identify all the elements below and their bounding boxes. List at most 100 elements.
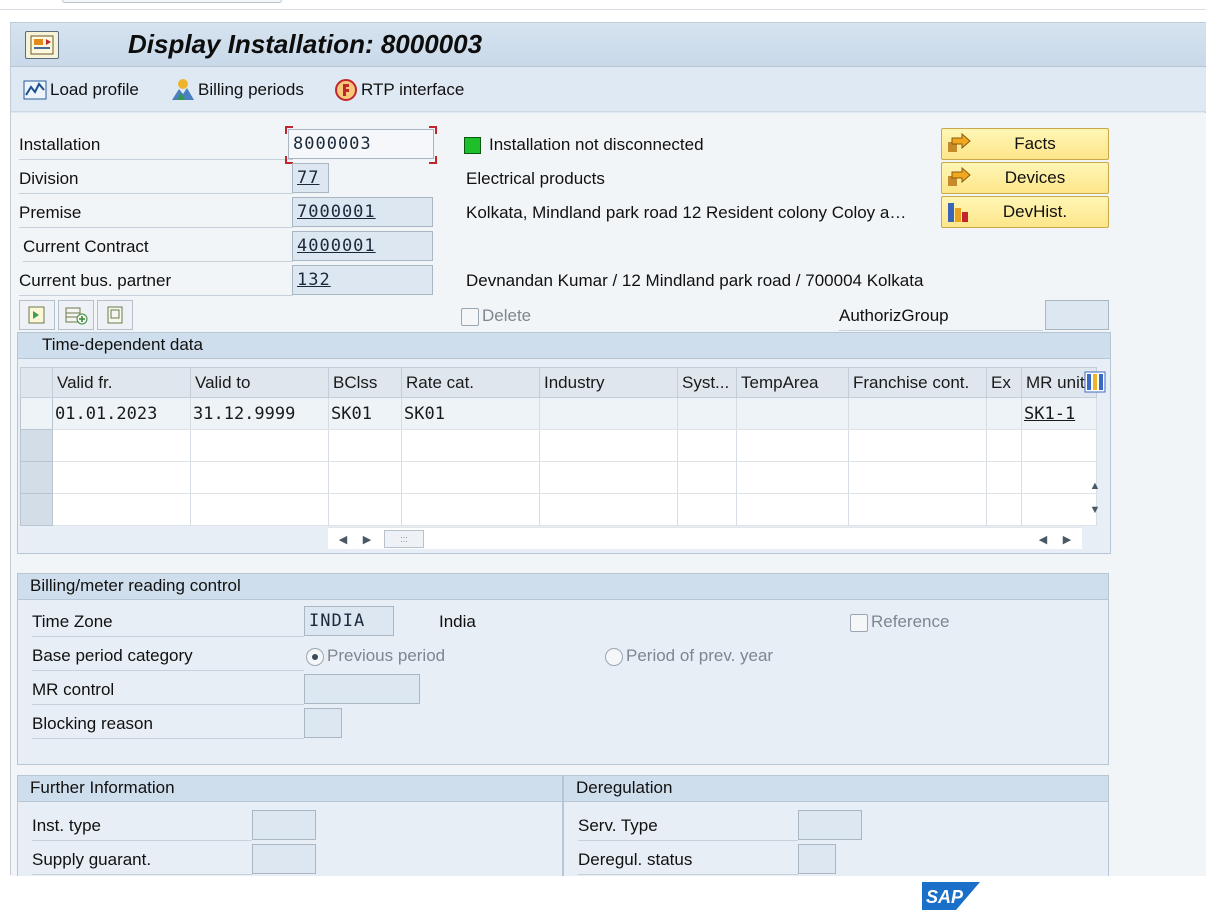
scroll-thumb[interactable]: ::: [384, 530, 424, 548]
column-header[interactable]: Valid fr. [52, 367, 191, 398]
table-cell[interactable] [848, 397, 987, 430]
devices-label: Devices [1004, 168, 1066, 187]
table-cell[interactable] [190, 429, 329, 462]
row-selector[interactable] [20, 461, 53, 494]
business-partner-field[interactable]: 132 [292, 265, 433, 295]
table-cell[interactable] [736, 461, 849, 494]
table-cell[interactable] [736, 493, 849, 526]
table-cell[interactable]: 31.12.9999 [190, 397, 329, 430]
table-cell[interactable] [539, 493, 678, 526]
table-cell[interactable] [539, 397, 678, 430]
table-cell[interactable] [677, 397, 737, 430]
mr-control-field[interactable] [304, 674, 420, 704]
table-cell[interactable] [677, 429, 737, 462]
table-cell[interactable] [401, 461, 540, 494]
table-row[interactable] [20, 493, 1097, 526]
table-cell[interactable] [52, 429, 191, 462]
column-header[interactable]: Rate cat. [401, 367, 540, 398]
devices-button[interactable]: Devices [941, 162, 1109, 194]
table-cell[interactable] [328, 493, 402, 526]
dereg-status-label: Deregul. status [578, 845, 798, 875]
table-cell[interactable] [401, 493, 540, 526]
details-button[interactable] [19, 300, 55, 330]
table-cell[interactable] [190, 493, 329, 526]
copy-row-button[interactable] [97, 300, 133, 330]
table-cell[interactable] [190, 461, 329, 494]
scroll-right-icon[interactable]: ▶ [1056, 528, 1078, 550]
service-type-field[interactable] [798, 810, 862, 840]
facts-button[interactable]: Facts [941, 128, 1109, 160]
bar-chart-icon [946, 200, 972, 224]
table-cell[interactable] [848, 429, 987, 462]
column-header[interactable]: Syst... [677, 367, 737, 398]
column-header[interactable]: Franchise cont. [848, 367, 987, 398]
table-cell[interactable] [539, 429, 678, 462]
rtp-interface-button[interactable]: RTP interface [334, 76, 464, 104]
time-dependent-panel: Time-dependent data Valid fr. Valid to B… [17, 332, 1111, 554]
table-cell[interactable]: SK01 [328, 397, 402, 430]
table-cell[interactable] [986, 493, 1022, 526]
table-cell[interactable] [328, 429, 402, 462]
devhist-button[interactable]: DevHist. [941, 196, 1109, 228]
table-cell[interactable] [986, 429, 1022, 462]
scroll-up-icon[interactable]: ▲ [1084, 475, 1106, 497]
table-cell[interactable] [1021, 429, 1097, 462]
column-header[interactable]: Valid to [190, 367, 329, 398]
menu-icon[interactable] [25, 31, 59, 59]
table-cell[interactable] [848, 493, 987, 526]
delete-checkbox[interactable]: Delete [461, 301, 531, 331]
column-header[interactable]: TempArea [736, 367, 849, 398]
blocking-reason-field[interactable] [304, 708, 342, 738]
column-header[interactable]: Ex [986, 367, 1022, 398]
column-config-icon[interactable] [1083, 369, 1107, 395]
reference-checkbox[interactable]: Reference [850, 607, 949, 637]
column-header[interactable]: BClss [328, 367, 402, 398]
scroll-right-icon[interactable]: ▶ [356, 528, 378, 550]
insert-row-button[interactable] [58, 300, 94, 330]
table-cell[interactable] [986, 461, 1022, 494]
dereg-status-field[interactable] [798, 844, 836, 874]
table-cell[interactable] [848, 461, 987, 494]
table-cell[interactable] [677, 493, 737, 526]
command-field-fragment[interactable] [62, 0, 282, 3]
table-cell[interactable] [539, 461, 678, 494]
deregulation-title: Deregulation [564, 776, 1108, 802]
time-zone-field[interactable]: INDIA [304, 606, 394, 636]
table-cell[interactable] [677, 461, 737, 494]
previous-period-radio[interactable]: Previous period [306, 641, 445, 671]
table-cell[interactable]: 01.01.2023 [52, 397, 191, 430]
table-cell[interactable] [986, 397, 1022, 430]
table-row[interactable]: 01.01.2023 31.12.9999 SK01 SK01 SK1-1 [20, 397, 1097, 430]
scroll-down-icon[interactable]: ▼ [1084, 499, 1106, 521]
row-selector[interactable] [20, 429, 53, 462]
billing-periods-button[interactable]: Billing periods [171, 76, 304, 104]
table-cell[interactable] [52, 493, 191, 526]
table-cell[interactable] [328, 461, 402, 494]
table-row[interactable] [20, 429, 1097, 462]
scroll-left-icon[interactable]: ◀ [332, 528, 354, 550]
scroll-left-icon[interactable]: ◀ [1032, 528, 1054, 550]
column-header[interactable]: Industry [539, 367, 678, 398]
installation-field[interactable]: 8000003 [288, 129, 434, 159]
table-cell[interactable] [401, 429, 540, 462]
table-cell[interactable] [52, 461, 191, 494]
contract-field[interactable]: 4000001 [292, 231, 433, 261]
installation-value: 8000003 [293, 134, 372, 154]
row-selector-header[interactable] [20, 367, 53, 398]
table-cell[interactable] [736, 397, 849, 430]
inst-type-field[interactable] [252, 810, 316, 840]
reference-checkbox-box [850, 613, 868, 632]
table-cell[interactable]: SK1-1 [1021, 397, 1097, 430]
row-selector[interactable] [20, 493, 53, 526]
table-cell[interactable] [736, 429, 849, 462]
period-prev-year-radio[interactable]: Period of prev. year [605, 641, 773, 671]
division-field[interactable]: 77 [292, 163, 329, 193]
load-profile-button[interactable]: Load profile [23, 76, 139, 104]
supply-guarantee-field[interactable] [252, 844, 316, 874]
horizontal-scrollbar[interactable]: ◀ ▶ ::: ◀ ▶ [328, 527, 1082, 549]
table-cell[interactable]: SK01 [401, 397, 540, 430]
row-selector[interactable] [20, 397, 53, 430]
premise-field[interactable]: 7000001 [292, 197, 433, 227]
authorization-group-field[interactable] [1045, 300, 1109, 330]
table-row[interactable] [20, 461, 1097, 494]
